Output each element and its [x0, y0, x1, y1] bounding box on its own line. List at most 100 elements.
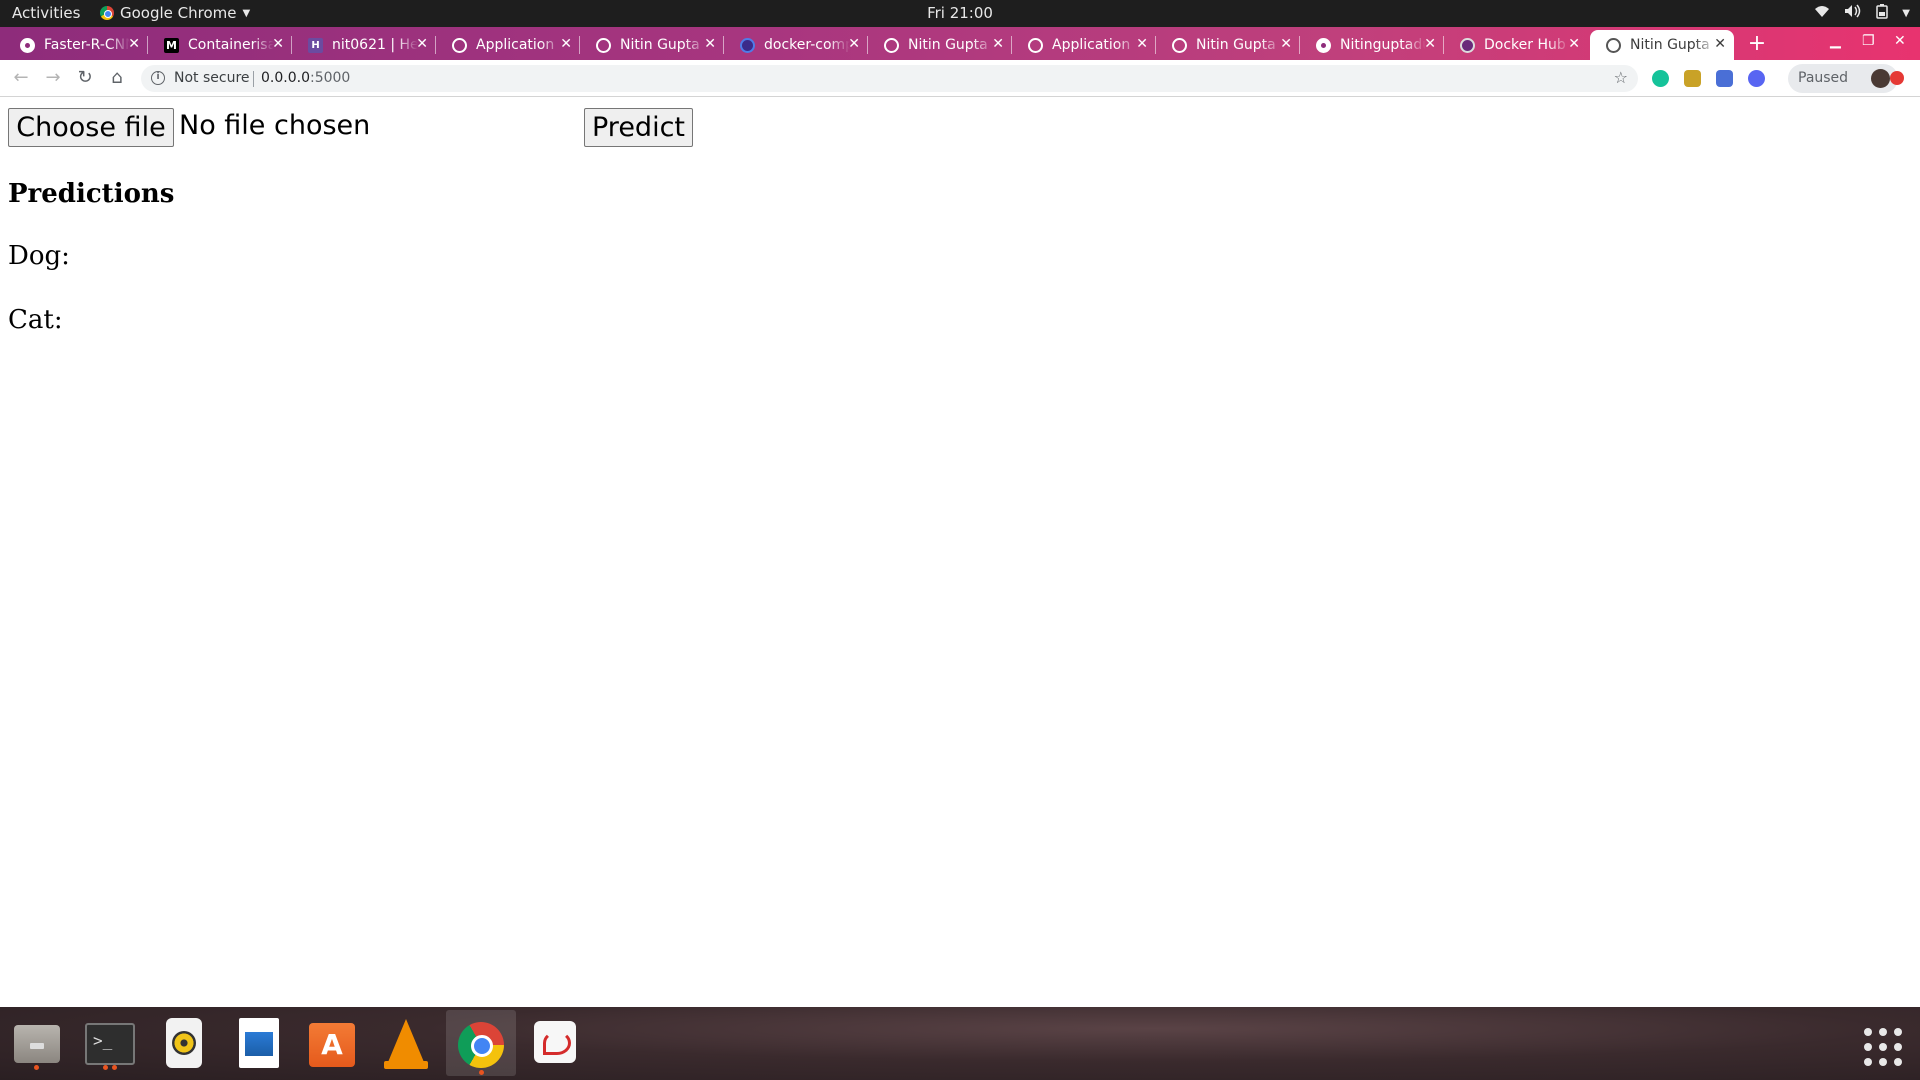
tab-strip: Faster-R-CNN ✕ M Containerisation ✕ H ni… — [0, 27, 1920, 60]
security-label[interactable]: Not secure — [174, 70, 250, 86]
tab-6[interactable]: Nitin Gupta ✕ — [868, 30, 1012, 60]
grammarly-extension-icon[interactable] — [1652, 70, 1669, 87]
github-icon — [20, 37, 35, 53]
software-store-app[interactable]: A — [304, 1015, 360, 1071]
tab-title: Containerisation — [188, 37, 274, 53]
chat-extension-icon[interactable] — [1748, 70, 1765, 87]
wifi-icon — [1814, 4, 1830, 22]
back-arrow-icon[interactable]: ← — [10, 67, 32, 89]
chrome-icon — [100, 6, 114, 20]
close-icon[interactable]: ✕ — [1280, 36, 1292, 52]
software-store-icon: A — [309, 1023, 355, 1067]
writer-app[interactable] — [230, 1015, 286, 1071]
tab-title: Nitin Gupta — [620, 37, 700, 53]
profile-button[interactable]: Paused — [1788, 64, 1898, 93]
close-icon[interactable]: ✕ — [1136, 36, 1148, 52]
choose-file-button[interactable]: Choose file — [8, 108, 174, 147]
writer-icon — [239, 1018, 279, 1068]
globe-icon — [884, 37, 899, 53]
terminal-app[interactable]: >_ — [82, 1015, 138, 1071]
files-app[interactable] — [8, 1015, 64, 1071]
tab-title: Nitin Gupta — [1196, 37, 1276, 53]
dock: >_ A — [0, 1007, 1920, 1080]
close-icon[interactable]: ✕ — [1424, 36, 1436, 52]
tab-title: Nitinguptadu — [1340, 37, 1426, 53]
browser-toolbar: ← → ↻ ⌂ i Not secure 0.0.0.0:5000 ☆ Paus… — [0, 60, 1920, 97]
forward-arrow-icon[interactable]: → — [42, 67, 64, 89]
home-icon[interactable]: ⌂ — [106, 67, 128, 89]
clock[interactable]: Fri 21:00 — [927, 4, 993, 22]
volume-icon — [1844, 4, 1862, 22]
system-top-bar: Activities Google Chrome ▼ Fri 21:00 ▼ — [0, 0, 1920, 27]
docker-icon — [740, 37, 755, 53]
tab-1[interactable]: M Containerisation ✕ — [148, 30, 292, 60]
chrome-icon — [458, 1022, 504, 1068]
close-icon[interactable]: ✕ — [1714, 36, 1726, 52]
show-applications-icon[interactable] — [1864, 1028, 1902, 1066]
medium-icon: M — [164, 37, 179, 53]
tab-2[interactable]: H nit0621 | Heroku ✕ — [292, 30, 436, 60]
files-icon — [14, 1025, 60, 1063]
close-icon[interactable]: ✕ — [848, 36, 860, 52]
vlc-icon — [386, 1019, 426, 1067]
predictions-heading: Predictions — [8, 179, 175, 209]
tab-title: Nitin Gupta — [1630, 37, 1710, 53]
tab-7[interactable]: Application ✕ — [1012, 30, 1156, 60]
tab-title: Application — [476, 37, 555, 53]
globe-icon — [1028, 37, 1043, 53]
tab-title: Application — [1052, 37, 1131, 53]
close-icon[interactable]: ✕ — [272, 36, 284, 52]
predict-button[interactable]: Predict — [584, 108, 693, 147]
close-icon[interactable]: ✕ — [128, 36, 140, 52]
tab-11-active[interactable]: Nitin Gupta ✕ — [1590, 30, 1734, 60]
tab-5[interactable]: docker-compose ✕ — [724, 30, 868, 60]
docker-hub-icon — [1460, 37, 1475, 53]
chrome-app[interactable] — [446, 1010, 516, 1076]
heroku-icon: H — [308, 37, 323, 53]
cat-prediction-label: Cat: — [8, 305, 63, 335]
url-text[interactable]: 0.0.0.0:5000 — [261, 70, 350, 86]
tab-3[interactable]: Application ✕ — [436, 30, 580, 60]
battery-icon — [1876, 3, 1889, 23]
maximize-icon[interactable]: ❐ — [1862, 33, 1875, 49]
chevron-down-icon: ▼ — [242, 7, 251, 19]
tab-8[interactable]: Nitin Gupta ✕ — [1156, 30, 1300, 60]
new-tab-button[interactable]: + — [1744, 32, 1770, 58]
tab-9[interactable]: Nitinguptadu ✕ — [1300, 30, 1444, 60]
reload-icon[interactable]: ↻ — [74, 67, 96, 89]
activities-button[interactable]: Activities — [12, 4, 80, 22]
close-icon[interactable]: ✕ — [1568, 36, 1580, 52]
rhythmbox-app[interactable] — [156, 1015, 212, 1071]
info-icon[interactable]: i — [151, 71, 165, 85]
tab-10[interactable]: Docker Hub ✕ — [1444, 30, 1588, 60]
text-editor-icon — [534, 1021, 576, 1063]
file-status-text: No file chosen — [179, 110, 371, 141]
minimize-icon[interactable]: ▁ — [1830, 33, 1841, 49]
app-menu[interactable]: Google Chrome ▼ — [100, 4, 250, 22]
text-editor-app[interactable] — [526, 1015, 582, 1071]
tab-0[interactable]: Faster-R-CNN ✕ — [4, 30, 148, 60]
close-icon[interactable]: ✕ — [704, 36, 716, 52]
profile-status: Paused — [1798, 70, 1849, 86]
vlc-app[interactable] — [378, 1015, 434, 1071]
image-extension-icon[interactable] — [1684, 70, 1701, 87]
app-menu-label: Google Chrome — [120, 4, 237, 22]
tab-title: docker-compose — [764, 37, 850, 53]
close-icon[interactable]: ✕ — [560, 36, 572, 52]
window-close-icon[interactable]: ✕ — [1894, 33, 1906, 49]
globe-icon — [1606, 37, 1621, 53]
globe-icon — [1172, 37, 1187, 53]
tab-4[interactable]: Nitin Gupta ✕ — [580, 30, 724, 60]
bookmark-star-icon[interactable]: ☆ — [1614, 68, 1628, 87]
terminal-icon: >_ — [85, 1023, 135, 1065]
address-bar[interactable]: i Not secure 0.0.0.0:5000 ☆ — [141, 65, 1638, 92]
close-icon[interactable]: ✕ — [416, 36, 428, 52]
translate-extension-icon[interactable] — [1716, 70, 1733, 87]
update-menu-icon[interactable] — [1890, 71, 1904, 85]
tab-title: nit0621 | Heroku — [332, 37, 418, 53]
close-icon[interactable]: ✕ — [992, 36, 1004, 52]
system-tray[interactable]: ▼ — [1814, 3, 1910, 23]
rhythmbox-icon — [166, 1018, 202, 1068]
system-menu-chevron-icon: ▼ — [1902, 7, 1910, 19]
web-page: Choose file No file chosen Predict Predi… — [0, 98, 1920, 1007]
